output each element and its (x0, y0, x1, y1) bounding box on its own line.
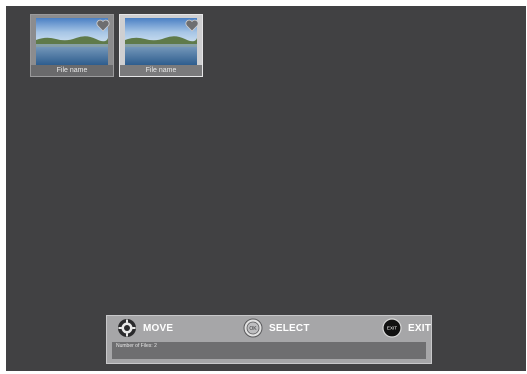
exit-label: EXIT (408, 322, 432, 334)
dpad-icon (117, 318, 137, 338)
ok-icon-text: OK (249, 326, 257, 332)
move-label: MOVE (143, 322, 174, 334)
control-bar: MOVE OK SELECT EXIT EXIT Number of Files… (106, 315, 432, 364)
favorite-heart-icon (185, 19, 199, 32)
media-browser-screen: File name File name MOVE OK SELECT EXIT … (6, 6, 526, 371)
file-tile-selected[interactable]: File name (119, 14, 203, 77)
exit-button-icon: EXIT (382, 318, 402, 338)
move-control: MOVE (117, 318, 173, 338)
file-tile[interactable]: File name (30, 14, 114, 77)
exit-icon-text: EXIT (387, 326, 397, 331)
exit-control: EXIT EXIT (382, 318, 431, 338)
file-count-status: Number of Files: 2 (112, 342, 426, 359)
select-control: OK SELECT (243, 318, 310, 338)
file-name-label: File name (120, 65, 202, 76)
favorite-heart-icon (96, 19, 110, 32)
select-label: SELECT (269, 322, 310, 334)
file-name-label: File name (31, 65, 113, 76)
ok-button-icon: OK (243, 318, 263, 338)
